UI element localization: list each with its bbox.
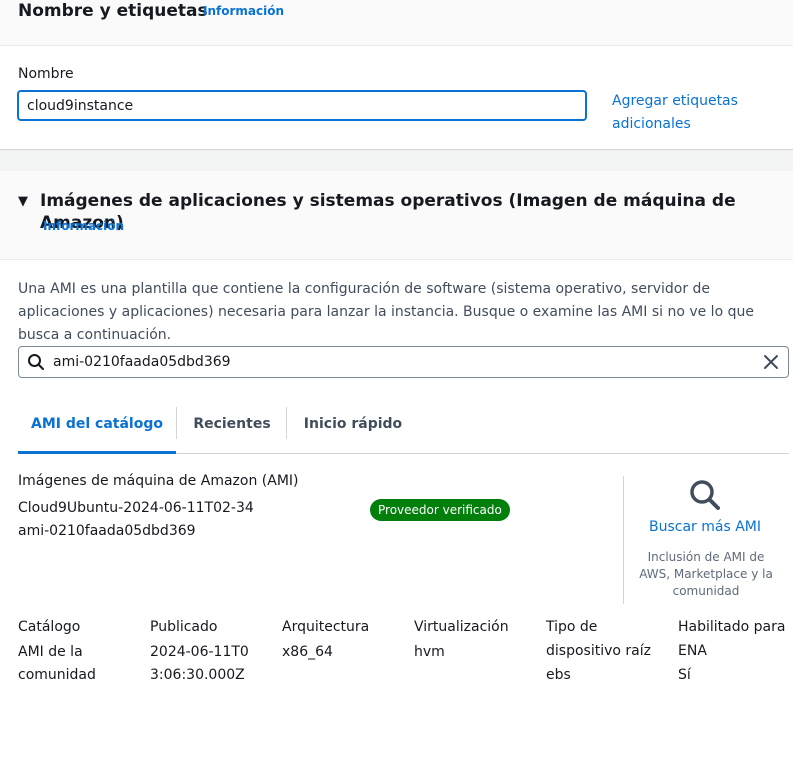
name-input[interactable] — [17, 90, 587, 121]
attr-value-root-device: ebs — [546, 667, 571, 683]
attr-value-ena: Sí — [678, 667, 691, 683]
name-label: Nombre — [18, 66, 74, 82]
attr-label-virtualization: Virtualización — [414, 619, 509, 635]
attr-label-ena: Habilitado para ENA — [678, 619, 786, 659]
attr-value-published: 2024-06-11T03:06:30.000Z — [150, 644, 249, 683]
ami-search-input[interactable]: ami-0210faada05dbd369 — [18, 346, 789, 378]
section-divider — [0, 149, 793, 172]
ami-id: ami-0210faada05dbd369 — [18, 523, 196, 539]
ami-result-heading: Imágenes de máquina de Amazon (AMI) — [18, 473, 299, 489]
attr-label-catalog: Catálogo — [18, 619, 81, 635]
ami-name: Cloud9Ubuntu-2024-06-11T02-34 — [18, 500, 254, 516]
ami-description: Una AMI es una plantilla que contiene la… — [18, 281, 754, 343]
search-icon — [27, 353, 45, 375]
search-more-icon[interactable] — [688, 478, 722, 516]
collapse-caret-icon[interactable]: ▼ — [18, 192, 28, 212]
name-section-title: Nombre y etiquetas — [18, 1, 208, 21]
search-more-ami-link[interactable]: Buscar más AMI — [624, 519, 786, 535]
tab-quick-start[interactable]: Inicio rápido — [286, 407, 419, 439]
add-tags-link[interactable]: Agregar etiquetas adicionales — [612, 90, 762, 136]
attr-value-catalog: AMI de la comunidad — [18, 644, 96, 683]
ami-tabs: AMI del catálogo Recientes Inicio rápido — [18, 407, 789, 454]
tab-ami-catalog[interactable]: AMI del catálogo — [18, 407, 176, 454]
attr-label-architecture: Arquitectura — [282, 619, 370, 635]
attr-value-virtualization: hvm — [414, 644, 445, 660]
attr-label-root-device: Tipo de dispositivo raíz — [546, 619, 651, 659]
verified-provider-badge: Proveedor verificado — [370, 499, 510, 521]
attr-label-published: Publicado — [150, 619, 218, 635]
search-value[interactable]: ami-0210faada05dbd369 — [53, 353, 231, 371]
search-more-description: Inclusión de AMI de AWS, Marketplace y l… — [639, 550, 773, 598]
name-info-link[interactable]: Información — [203, 4, 284, 18]
ami-section-title[interactable]: Imágenes de aplicaciones y sistemas oper… — [40, 190, 793, 234]
tab-recent[interactable]: Recientes — [176, 407, 287, 439]
ami-info-link[interactable]: Información — [43, 219, 124, 233]
vertical-divider — [623, 476, 624, 604]
attr-value-architecture: x86_64 — [282, 644, 333, 660]
clear-search-icon[interactable] — [762, 353, 780, 375]
